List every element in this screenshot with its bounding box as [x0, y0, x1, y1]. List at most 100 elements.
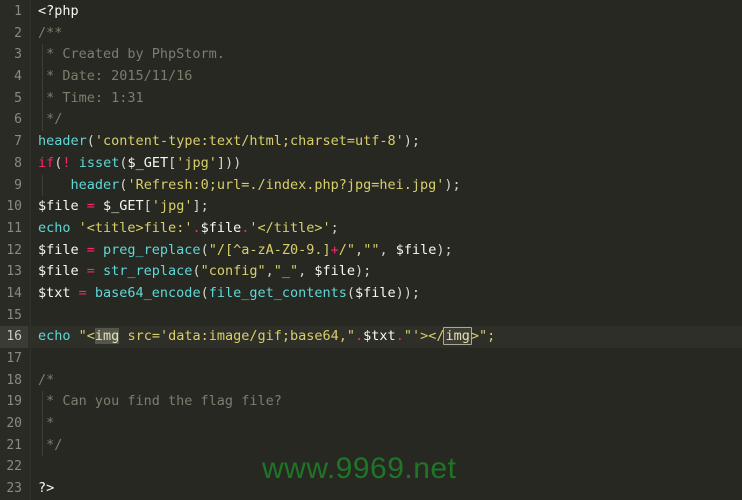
line-number: 17 — [6, 351, 22, 366]
token-semicolon: ; — [200, 198, 209, 215]
code-line[interactable]: 8 if(! isset($_GET['jpg'])) — [0, 153, 742, 175]
token-comma: , — [298, 263, 315, 280]
line-content[interactable]: if(! isset($_GET['jpg'])) — [38, 153, 241, 175]
token-paren: ( — [346, 284, 356, 301]
line-content[interactable]: echo '<title>file:'.$file.'</title>'; — [38, 218, 339, 240]
token-comma: , — [265, 263, 274, 280]
token-quote: " — [346, 328, 356, 345]
token-operator-concat: . — [395, 328, 404, 345]
line-content[interactable]: /* — [38, 370, 54, 392]
token-paren-close: ); — [403, 133, 421, 150]
code-lines[interactable]: 1 <?php 2 /** 3 * Created by PhpStorm. 4… — [0, 0, 742, 500]
line-content[interactable]: $file = str_replace("config","_", $file)… — [38, 261, 371, 283]
line-content[interactable]: ?> — [38, 478, 54, 500]
code-line[interactable]: 2 /** — [0, 23, 742, 45]
code-line[interactable]: 14 $txt = base64_encode(file_get_content… — [0, 283, 742, 305]
line-content[interactable]: */ — [38, 109, 62, 131]
token-html-tag-open-highlighted[interactable]: img — [94, 328, 120, 345]
line-content[interactable]: * Can you find the flag file? — [38, 391, 282, 413]
token-paren-close: )); — [395, 284, 421, 301]
line-content[interactable]: */ — [38, 435, 62, 457]
token-string: 'jpg' — [151, 198, 193, 215]
token-comma: , — [355, 241, 364, 258]
code-line[interactable]: 23 ?> — [0, 478, 742, 500]
line-number: 5 — [14, 90, 22, 106]
token-comment: * Created by PhpStorm. — [38, 46, 225, 63]
line-content[interactable]: * — [38, 413, 54, 435]
code-line[interactable]: 17 — [0, 348, 742, 370]
token-keyword-echo: echo — [38, 219, 71, 236]
line-number: 11 — [6, 220, 22, 236]
code-line[interactable]: 22 — [0, 456, 742, 478]
code-line[interactable]: 1 <?php — [0, 1, 742, 23]
line-content[interactable]: header('content-type:text/html;charset=u… — [38, 131, 420, 153]
token-regex-string: "/[^a-zA-Z0-9.] — [208, 241, 331, 258]
code-line[interactable]: 4 * Date: 2015/11/16 — [0, 66, 742, 88]
token-string-empty: "" — [363, 241, 380, 258]
code-line[interactable]: 19 * Can you find the flag file? — [0, 391, 742, 414]
line-number: 1 — [14, 4, 22, 19]
code-line[interactable]: 12 $file = preg_replace("/[^a-zA-Z0-9.]+… — [0, 240, 742, 262]
code-line[interactable]: 10 $file = $_GET['jpg']; — [0, 196, 742, 218]
token-comment: * Can you find the flag file? — [38, 393, 282, 410]
token-paren: ( — [200, 284, 209, 301]
line-content[interactable]: <?php — [38, 1, 79, 23]
line-content[interactable]: * Date: 2015/11/16 — [38, 66, 192, 88]
code-line[interactable]: 13 $file = str_replace("config","_", $fi… — [0, 261, 742, 283]
line-number: 20 — [6, 416, 22, 432]
token-html-tag-close-boxed[interactable]: img — [443, 327, 472, 346]
token-variable-file: $file — [38, 241, 79, 258]
line-content[interactable]: * Created by PhpStorm. — [38, 44, 225, 66]
token-paren: ( — [86, 133, 95, 150]
code-line[interactable]: 20 * — [0, 413, 742, 435]
token-paren-close: ); — [355, 263, 372, 280]
token-string: "_" — [273, 263, 299, 280]
token-comment: * Date: 2015/11/16 — [38, 68, 193, 85]
code-line[interactable]: 15 — [0, 305, 742, 327]
line-content[interactable]: $file = $_GET['jpg']; — [38, 196, 209, 218]
token-string: '<title>file:' — [78, 219, 193, 236]
code-line[interactable]: 21 */ — [0, 434, 742, 457]
line-number: 21 — [6, 437, 22, 453]
token-semicolon: ; — [330, 219, 339, 236]
line-number: 22 — [6, 459, 22, 475]
token-keyword-if: if — [38, 154, 55, 171]
token-function-header: header — [38, 133, 87, 150]
code-line[interactable]: 7 header('content-type:text/html;charset… — [0, 131, 742, 153]
token-string: "'></ — [403, 328, 445, 345]
token-variable-file: $file — [314, 263, 356, 280]
code-line-current[interactable]: 16 echo "<img src='data:image/gif;base64… — [0, 326, 742, 348]
token-regex-string-end: /" — [338, 241, 356, 258]
code-line[interactable]: 11 echo '<title>file:'.$file.'</title>'; — [0, 218, 742, 240]
line-content[interactable]: $txt = base64_encode(file_get_contents($… — [38, 283, 420, 305]
token-string: "config" — [200, 263, 266, 280]
token-variable-get: $_GET — [127, 154, 169, 171]
token-comment: /** — [38, 24, 63, 41]
line-content[interactable]: * Time: 1:31 — [38, 88, 144, 110]
line-number: 13 — [6, 264, 22, 280]
token-comment: * — [38, 415, 55, 432]
token-variable-file: $file — [38, 263, 79, 280]
code-line[interactable]: 6 */ — [0, 109, 742, 132]
code-line[interactable]: 18 /* — [0, 370, 742, 392]
line-content[interactable]: header('Refresh:0;url=./index.php?jpg=he… — [38, 175, 461, 197]
code-line[interactable]: 3 * Created by PhpStorm. — [0, 44, 742, 67]
code-line[interactable]: 5 * Time: 1:31 — [0, 87, 742, 110]
token-comment: */ — [38, 111, 63, 128]
token-variable-txt: $txt — [38, 284, 71, 301]
code-line[interactable]: 9 header('Refresh:0;url=./index.php?jpg=… — [0, 174, 742, 197]
code-editor[interactable]: 1 <?php 2 /** 3 * Created by PhpStorm. 4… — [0, 0, 742, 500]
token-operator-not: ! — [62, 154, 71, 171]
line-number-current: 16 — [0, 326, 28, 348]
line-number: 3 — [14, 47, 22, 63]
token-function-isset: isset — [78, 154, 120, 171]
line-content[interactable]: echo "<img src='data:image/gif;base64,".… — [38, 326, 495, 348]
line-content[interactable]: /** — [38, 23, 62, 45]
token-bracket-close: ] — [192, 198, 201, 215]
line-number: 18 — [6, 372, 22, 388]
token-string: 'Refresh:0;url=./index.php?jpg=hei.jpg' — [127, 176, 445, 193]
line-content[interactable]: $file = preg_replace("/[^a-zA-Z0-9.]+/",… — [38, 240, 453, 262]
